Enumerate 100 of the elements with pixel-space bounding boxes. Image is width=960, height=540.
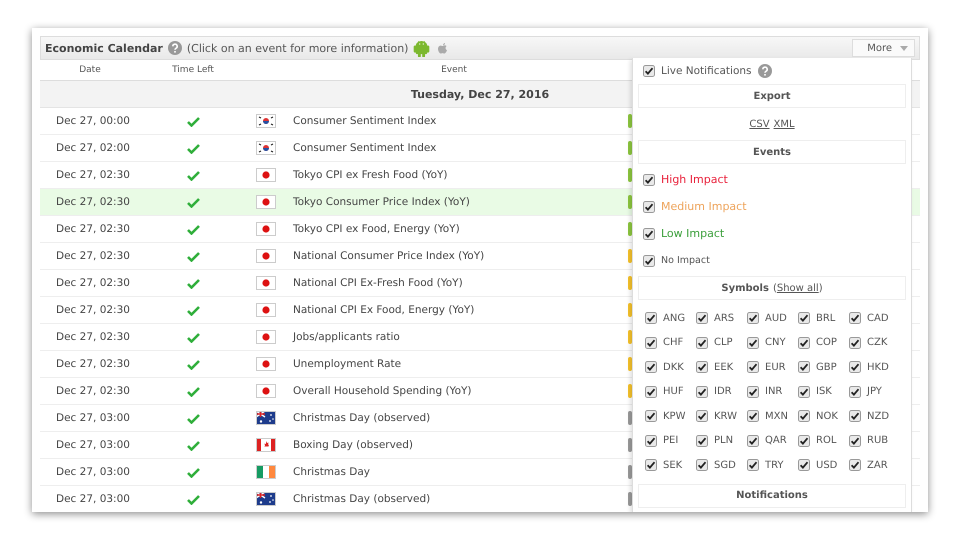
event-name[interactable]: Boxing Day (observed): [286, 439, 622, 451]
date-cell-text: Dec 27, 03:00: [55, 493, 131, 505]
checkbox[interactable]: [747, 459, 759, 472]
checkbox[interactable]: [849, 336, 861, 349]
checkbox[interactable]: [747, 386, 759, 398]
symbol-label: PLN: [714, 435, 734, 446]
checkbox[interactable]: [747, 336, 759, 349]
checkbox[interactable]: [696, 386, 708, 398]
checkmark-icon: [186, 278, 200, 288]
symbol-label: CAD: [867, 312, 889, 324]
event-name[interactable]: Consumer Sentiment Index: [286, 142, 622, 154]
event-name[interactable]: Jobs/applicants ratio: [286, 331, 622, 343]
checkbox[interactable]: [849, 410, 861, 422]
symbol-label: DKK: [663, 362, 684, 373]
symbol-label: MXN: [765, 410, 788, 422]
event-name[interactable]: Tokyo Consumer Price Index (YoY): [286, 196, 622, 208]
checkbox[interactable]: [696, 459, 708, 472]
checkbox[interactable]: [747, 312, 759, 324]
export-link[interactable]: XML: [774, 118, 795, 130]
checkbox[interactable]: [849, 434, 861, 447]
checkbox[interactable]: [747, 410, 759, 422]
symbol-label: CHF: [663, 337, 684, 348]
help-icon[interactable]: [168, 41, 182, 55]
date-cell-text: Dec 27, 03:00: [55, 412, 131, 424]
event-name[interactable]: Christmas Day: [286, 466, 622, 478]
symbol-label: CLP: [714, 337, 733, 348]
checkbox[interactable]: [747, 434, 759, 447]
date-cell-text: Dec 27, 02:30: [55, 169, 131, 181]
export-link[interactable]: CSV: [749, 118, 770, 130]
section-title: Notifications: [736, 490, 808, 501]
checkbox[interactable]: [849, 459, 861, 472]
flag-icon: [256, 411, 276, 425]
symbol-label: EUR: [765, 362, 786, 373]
show-all-link[interactable]: (Show all): [772, 282, 823, 294]
checkbox[interactable]: [643, 254, 655, 266]
checkbox[interactable]: [696, 336, 708, 349]
section-title: Symbols: [721, 282, 769, 294]
checkbox[interactable]: [645, 410, 657, 422]
option-label: Live Notifications: [661, 65, 752, 77]
checkbox[interactable]: [643, 200, 655, 212]
symbol-label: BRL: [816, 312, 836, 324]
checkbox[interactable]: [696, 312, 708, 324]
checkbox[interactable]: [696, 434, 708, 447]
event-name[interactable]: Christmas Day (observed): [286, 412, 622, 424]
symbol-label: ANG: [663, 312, 686, 324]
help-icon[interactable]: [758, 64, 772, 78]
checkbox[interactable]: [643, 228, 655, 240]
date-cell-text: Dec 27, 00:00: [55, 115, 131, 127]
checkbox[interactable]: [849, 386, 861, 398]
flag-icon: [256, 114, 276, 128]
checkbox[interactable]: [645, 434, 657, 447]
symbol-label: ZAR: [867, 460, 888, 471]
event-name[interactable]: National CPI Ex Food, Energy (YoY): [286, 304, 622, 316]
checkbox[interactable]: [643, 65, 655, 77]
event-name[interactable]: Tokyo CPI ex Food, Energy (YoY): [286, 223, 622, 235]
event-name[interactable]: Tokyo CPI ex Fresh Food (YoY): [286, 169, 622, 181]
checkbox[interactable]: [645, 459, 657, 472]
impact-filter-label: No Impact: [661, 255, 710, 266]
flag-icon: [256, 384, 276, 398]
section-title: Events: [753, 146, 791, 158]
checkmark-icon: [186, 304, 200, 316]
flag-icon: [256, 168, 276, 182]
checkbox[interactable]: [696, 361, 708, 374]
date-cell-text: Dec 27, 02:30: [55, 331, 131, 343]
event-name[interactable]: National CPI Ex-Fresh Food (YoY): [286, 277, 622, 289]
symbol-label: GBP: [816, 362, 837, 373]
checkbox[interactable]: [798, 410, 810, 422]
more-button[interactable]: More: [852, 39, 915, 57]
checkbox[interactable]: [643, 174, 655, 186]
checkbox[interactable]: [645, 361, 657, 374]
checkbox[interactable]: [645, 312, 657, 324]
checkbox[interactable]: [798, 361, 810, 374]
symbol-label: QAR: [765, 435, 787, 446]
checkmark-icon: [186, 116, 200, 126]
symbol-label: JPY: [867, 386, 882, 398]
checkbox[interactable]: [696, 410, 708, 422]
checkbox[interactable]: [849, 312, 861, 324]
symbol-label: INR: [765, 386, 782, 398]
symbol-label: IDR: [714, 386, 732, 398]
symbol-label: SGD: [714, 460, 736, 471]
checkbox[interactable]: [798, 336, 810, 349]
checkbox[interactable]: [798, 434, 810, 447]
checkbox[interactable]: [849, 361, 861, 374]
checkbox[interactable]: [645, 386, 657, 398]
symbol-label: COP: [816, 337, 837, 348]
symbol-label: ISK: [816, 386, 832, 398]
event-name[interactable]: Consumer Sentiment Index: [286, 115, 622, 127]
event-name[interactable]: Unemployment Rate: [286, 358, 622, 370]
section-title: Export: [753, 90, 791, 102]
checkbox[interactable]: [798, 312, 810, 324]
flag-icon: [256, 222, 276, 236]
checkbox[interactable]: [798, 386, 810, 398]
checkbox[interactable]: [747, 361, 759, 374]
event-name[interactable]: Christmas Day (observed): [286, 493, 622, 505]
checkmark-icon: [186, 440, 200, 450]
event-name[interactable]: National Consumer Price Index (YoY): [286, 250, 622, 262]
checkbox[interactable]: [798, 459, 810, 472]
checkbox[interactable]: [645, 336, 657, 349]
event-name[interactable]: Overall Household Spending (YoY): [286, 385, 622, 397]
flag-icon: [256, 303, 276, 317]
